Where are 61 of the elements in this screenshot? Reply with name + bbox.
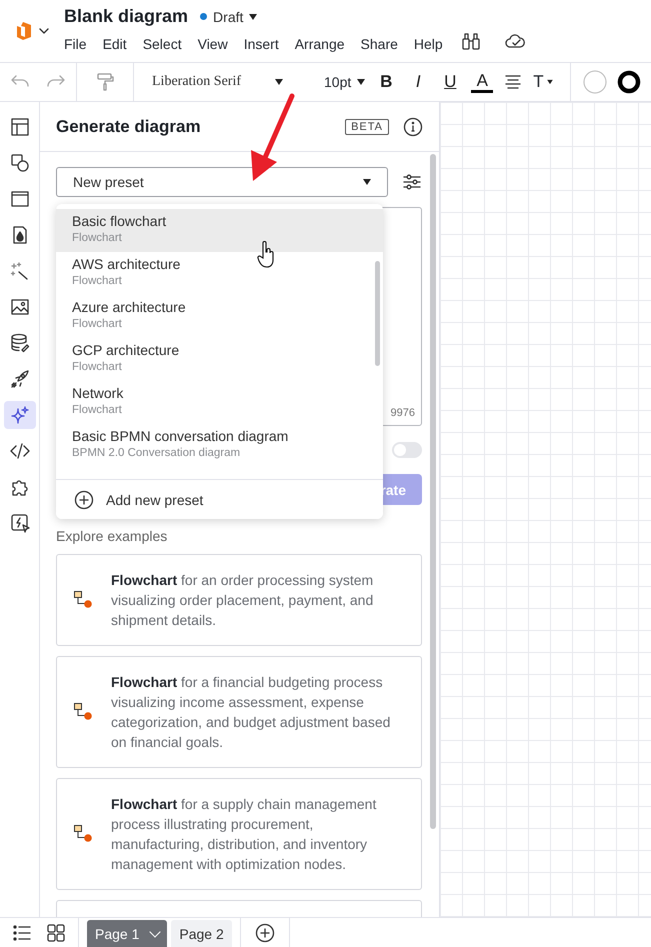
- line-color-icon[interactable]: [616, 70, 641, 94]
- grid-icon: [46, 922, 66, 942]
- rocket-icon: [10, 369, 30, 389]
- page-tab[interactable]: Page 2: [171, 920, 232, 947]
- menu-item[interactable]: Help: [406, 36, 451, 52]
- list-icon: [12, 922, 32, 942]
- rail-button[interactable]: [4, 401, 36, 429]
- font-dropdown[interactable]: Liberation Serif: [144, 74, 302, 90]
- text-color-button[interactable]: A: [471, 72, 494, 92]
- document-title[interactable]: Blank diagram: [64, 6, 188, 27]
- section-label: Explore examples: [56, 528, 168, 544]
- image-icon: [10, 297, 30, 317]
- menu-item[interactable]: Arrange: [286, 36, 353, 52]
- menu-item[interactable]: File: [64, 36, 95, 52]
- flowchart-icon: [73, 702, 93, 722]
- flowchart-icon: [73, 590, 93, 610]
- preset-option[interactable]: AWS architecture Flowchart: [56, 252, 383, 295]
- preset-option[interactable]: Network Flowchart: [56, 381, 383, 424]
- database-icon: [10, 333, 30, 353]
- example-description: Flowchart for a supply chain management process illustrating procurement, manufacturing, distribution, and inventory management with optimization nodes.: [111, 795, 378, 874]
- sparkle-icon: [10, 405, 30, 425]
- preset-option[interactable]: Basic flowchart Flowchart: [56, 209, 383, 252]
- paint-roller-icon: [95, 72, 115, 92]
- underline-button[interactable]: U: [439, 72, 462, 92]
- toggle-switch[interactable]: [392, 442, 422, 458]
- info-icon: [403, 116, 423, 136]
- bold-button[interactable]: B: [375, 72, 398, 92]
- plus-circle-icon: [74, 490, 94, 510]
- example-description: Flowchart for a financial budgeting process visualizing income assessment, expense categorization, and budget adjustment based on financial goals.: [111, 673, 392, 752]
- font-size-dropdown[interactable]: 10pt: [324, 74, 366, 90]
- layout-icon: [10, 117, 30, 137]
- flowchart-icon: [73, 824, 93, 844]
- preset-option[interactable]: GCP architecture Flowchart: [56, 338, 383, 381]
- preset-dropdown[interactable]: New preset: [56, 167, 388, 197]
- fill-color-icon[interactable]: [582, 70, 607, 94]
- binoculars-icon: [460, 31, 481, 51]
- menu-item[interactable]: View: [190, 36, 236, 52]
- example-description: Flowchart for an order processing system visualizing order placement, payment, and shipment details.: [111, 571, 374, 630]
- page-tab[interactable]: Page 1: [87, 920, 168, 947]
- code-icon: [10, 441, 30, 461]
- panel-title: Generate diagram: [56, 116, 202, 136]
- italic-button[interactable]: I: [407, 72, 430, 92]
- text-style-button[interactable]: T: [533, 72, 554, 92]
- sliders-icon: [402, 172, 422, 192]
- menu-item[interactable]: Share: [352, 36, 406, 52]
- menu-item[interactable]: Insert: [236, 36, 287, 52]
- shapes-icon: [10, 153, 30, 173]
- menu-item[interactable]: Select: [134, 36, 190, 52]
- add-preset-button[interactable]: Add new preset: [56, 479, 383, 519]
- window-icon: [10, 189, 30, 209]
- beta-badge: BETA: [345, 118, 389, 134]
- add-page-icon: [254, 922, 275, 942]
- example-card[interactable]: Flowchart for an order processing system visualizing order placement, payment, and shipment details.: [56, 554, 422, 646]
- example-card[interactable]: Flowchart for a supply chain management process illustrating procurement, manufacturing, distribution, and inventory management with optimization nodes.: [56, 778, 422, 890]
- status-dropdown[interactable]: Draft: [200, 8, 258, 24]
- magic-wand-icon: [10, 261, 30, 281]
- preset-option[interactable]: Basic BPMN conversation diagram BPMN 2.0 Conversation diagram: [56, 424, 383, 467]
- lightning-cursor-icon: [10, 513, 30, 533]
- example-card[interactable]: Flowchart for a financial budgeting process visualizing income assessment, expense categorization, and budget adjustment based on financial goals.: [56, 656, 422, 768]
- preset-option[interactable]: Azure architecture Flowchart: [56, 295, 383, 338]
- menu-item[interactable]: Edit: [94, 36, 135, 52]
